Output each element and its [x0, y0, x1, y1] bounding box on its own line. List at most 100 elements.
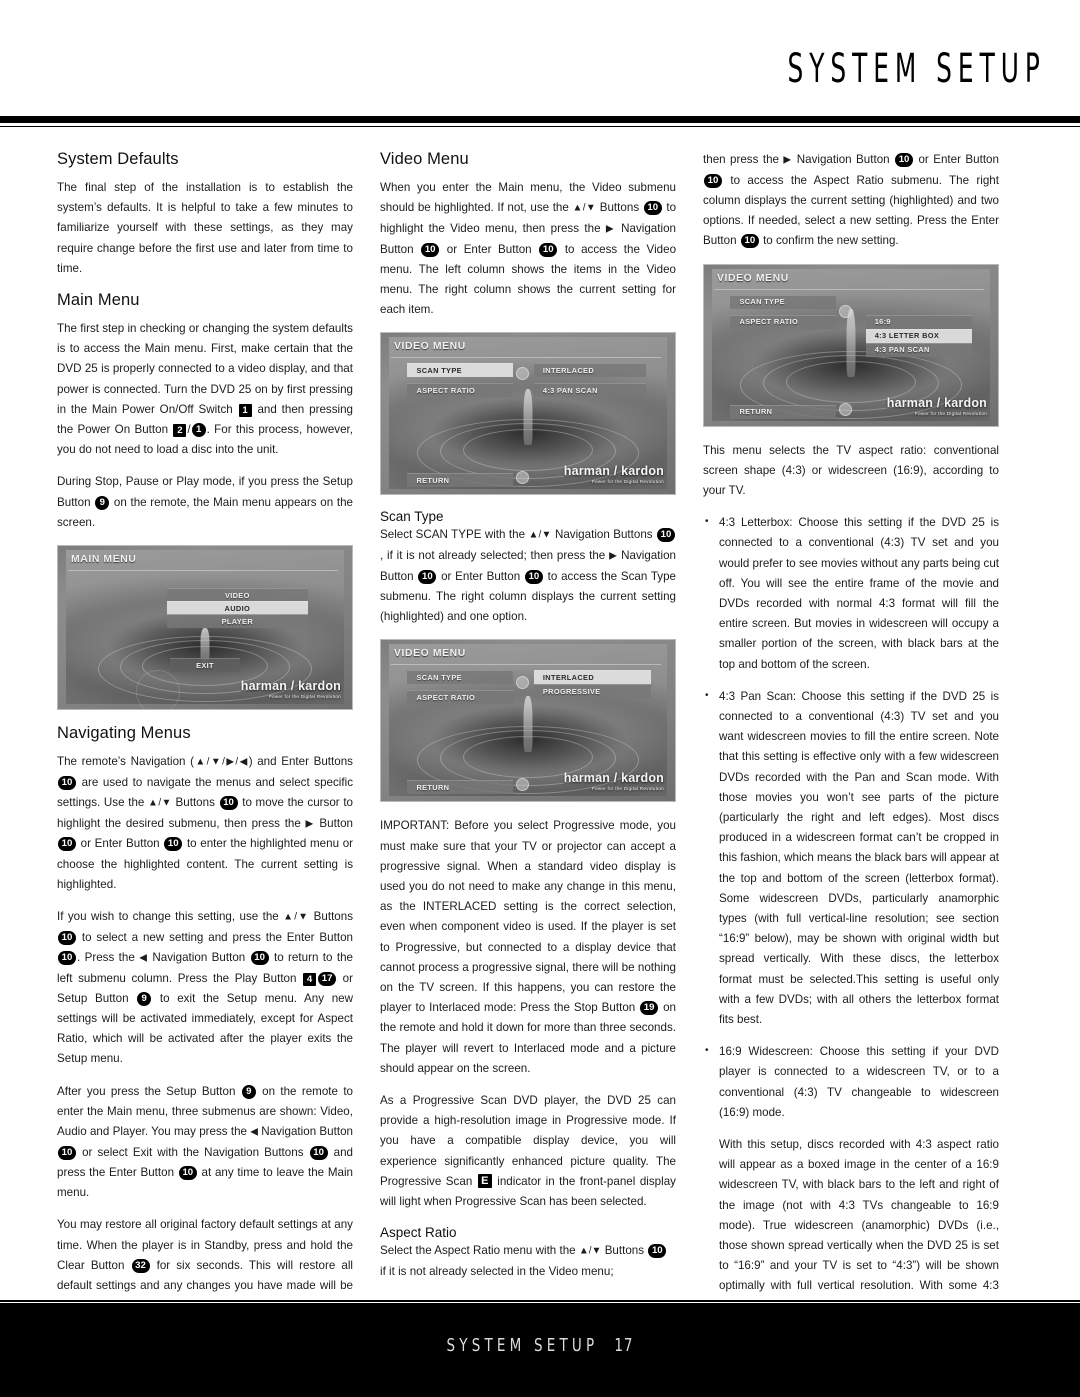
text-nav-3c: Navigation Button — [261, 1125, 353, 1138]
menu-value-interlaced: INTERLACED — [533, 363, 646, 378]
up-down-arrows-icon-3: ▲/▼ — [572, 202, 597, 214]
menu-item-aspect-ratio: ASPECT RATIO — [407, 690, 514, 705]
text-aspect-b: Buttons — [604, 1244, 645, 1258]
paragraph-video-1: When you enter the Main menu, the Video … — [380, 178, 676, 320]
button-badge-9c-icon: 9 — [241, 1084, 256, 1099]
brand-tagline: Power for the Digital Revolution — [268, 694, 341, 700]
paragraph-main-menu-2: During Stop, Pause or Play mode, if you … — [57, 472, 353, 533]
text-main-1a: The first step in checking or changing t… — [57, 322, 353, 416]
figure-title-rule — [714, 288, 984, 290]
button-badge-10a-icon: 10 — [58, 775, 76, 790]
text-nav-3d: or select Exit with the Navigation Butto… — [82, 1145, 304, 1159]
right-arrow-icon: ▶ — [305, 818, 315, 830]
button-badge-10c-icon-c3: 10 — [740, 234, 759, 249]
up-down-arrows-icon: ▲/▼ — [148, 797, 172, 809]
button-badge-10f-icon: 10 — [58, 950, 76, 965]
text-scan-a: Select SCAN TYPE with the — [380, 528, 526, 542]
text-scan-e: or Enter Button — [441, 569, 521, 583]
page-footer: SYSTEM SETUP 17 — [0, 1300, 1080, 1397]
button-badge-10c-icon: 10 — [58, 837, 76, 852]
text-nav-1b: ) and Enter Buttons — [248, 755, 353, 769]
menu-item-exit: EXIT — [169, 658, 241, 673]
text-nav-1g: or Enter Button — [80, 837, 160, 851]
brand-tagline: Power for the Digital Revolution — [914, 410, 987, 416]
harman-kardon-logo: harman / kardon Power for the Digital Re… — [887, 396, 987, 416]
column-left: System Defaults The final step of the in… — [57, 150, 354, 1312]
button-badge-10d-icon: 10 — [164, 837, 183, 852]
text-nav-2c: to select a new setting and press the En… — [81, 930, 353, 944]
menu-item-return: RETURN — [407, 780, 514, 795]
figure-title-rule — [68, 570, 338, 572]
aspect-ratio-options-list: 4:3 Letterbox: Choose this setting if th… — [703, 512, 999, 1123]
button-badge-10b-icon: 10 — [219, 795, 238, 810]
brand-tagline: Power for the Digital Revolution — [591, 479, 664, 485]
button-badge-10j-icon: 10 — [178, 1165, 197, 1180]
header-rule — [0, 116, 1080, 123]
text-top-a: then press the — [703, 153, 779, 166]
up-down-arrows-icon-2: ▲/▼ — [283, 911, 310, 923]
button-badge-10e-icon-c2: 10 — [418, 569, 437, 584]
button-badge-10e-icon: 10 — [58, 930, 76, 945]
button-badge-9b-icon: 9 — [137, 991, 152, 1006]
page-header: SYSTEM SETUP — [0, 0, 1080, 127]
text-nav-1d: Buttons — [175, 795, 215, 809]
text-aspect-a: Select the Aspect Ratio menu with the — [380, 1244, 576, 1258]
column-middle: Video Menu When you enter the Main menu,… — [380, 150, 676, 1297]
figure-title: VIDEO MENU — [394, 648, 466, 660]
button-badge-10f-icon-c2: 10 — [524, 569, 543, 584]
menu-value-progressive: PROGRESSIVE — [533, 684, 652, 699]
menu-item-audio: AUDIO — [166, 601, 308, 616]
menu-item-return: RETURN — [730, 404, 837, 419]
menu-item-aspect-ratio: ASPECT RATIO — [407, 383, 514, 398]
paragraph-important: IMPORTANT: Before you select Progressive… — [380, 816, 676, 1079]
page-title: SYSTEM SETUP — [787, 45, 1046, 93]
up-down-arrows-icon-5: ▲/▼ — [578, 1245, 602, 1257]
paragraph-aspect-ratio: Select the Aspect Ratio menu with the ▲/… — [380, 1241, 676, 1282]
heading-video-menu: Video Menu — [380, 150, 469, 168]
brand-tagline: Power for the Digital Revolution — [591, 786, 664, 792]
text-video-1e: or Enter Button — [446, 242, 532, 256]
menu-item-scan-type: SCAN TYPE — [407, 363, 514, 378]
brand-name: harman / kardon — [886, 395, 987, 410]
paragraph-nav-1: The remote’s Navigation (▲/▼/▶/◀) and En… — [57, 752, 353, 895]
button-badge-9-icon: 9 — [95, 495, 110, 510]
menu-value-pan-scan: 4:3 PAN SCAN — [533, 383, 646, 398]
menu-item-video: VIDEO — [166, 588, 308, 603]
text-aspect-c: if it is not already selected in the Vid… — [380, 1265, 614, 1278]
left-arrow-icon-2: ◀ — [250, 1126, 258, 1138]
heading-scan-type: Scan Type — [380, 509, 444, 525]
right-arrow-icon-c2: ▶ — [605, 223, 616, 235]
text-top-b: Navigation Button — [796, 153, 890, 166]
button-badge-1b-icon: 1 — [191, 423, 206, 438]
cursor-ring-icon — [839, 304, 853, 318]
figure-title: MAIN MENU — [71, 554, 137, 566]
footer-separator — [0, 1302, 1080, 1303]
list-item: 16:9 Widescreen: Choose this setting if … — [703, 1041, 999, 1123]
figure-main-menu-screenshot: MAIN MENU VIDEO AUDIO PLAYER EXIT harman… — [57, 545, 353, 711]
menu-value-16-9: 16:9 — [865, 314, 972, 329]
button-badge-10g-icon: 10 — [250, 950, 269, 965]
paragraph-main-menu-1: The first step in checking or changing t… — [57, 322, 354, 457]
paragraph-progressive-scan: As a Progressive Scan DVD player, the DV… — [380, 1091, 676, 1212]
button-badge-2-icon: 2 — [173, 424, 187, 438]
button-badge-10d-icon-c2: 10 — [657, 528, 676, 543]
menu-value-letter-box: 4:3 LETTER BOX — [865, 328, 972, 343]
text-nav-1a: The remote’s Navigation ( — [57, 755, 194, 769]
heading-aspect-ratio: Aspect Ratio — [380, 1225, 457, 1241]
column-right: then press the ▶ Navigation Button 10 or… — [703, 150, 999, 1353]
right-arrow-icon-c3: ▶ — [783, 154, 793, 166]
menu-value-interlaced: INTERLACED — [533, 670, 652, 685]
heading-system-defaults: System Defaults — [57, 150, 179, 168]
header-rule-thin — [0, 126, 1080, 127]
paragraph-nav-3: After you press the Setup Button 9 on th… — [57, 1082, 353, 1204]
button-badge-4-icon: 4 — [303, 972, 317, 986]
list-item: 4:3 Letterbox: Choose this setting if th… — [703, 512, 999, 675]
button-badge-32-icon: 32 — [131, 1258, 150, 1273]
list-item: 4:3 Pan Scan: Choose this setting if the… — [703, 686, 999, 1030]
button-badge-1-icon: 1 — [238, 403, 252, 417]
button-badge-10h-icon: 10 — [58, 1145, 76, 1160]
brand-name: harman / kardon — [240, 679, 341, 694]
content-columns: System Defaults The final step of the in… — [0, 150, 1080, 1353]
figure-video-menu-screenshot-1: VIDEO MENU SCAN TYPE ASPECT RATIO INTERL… — [380, 332, 676, 496]
footer-title: SYSTEM SETUP — [446, 1334, 599, 1356]
